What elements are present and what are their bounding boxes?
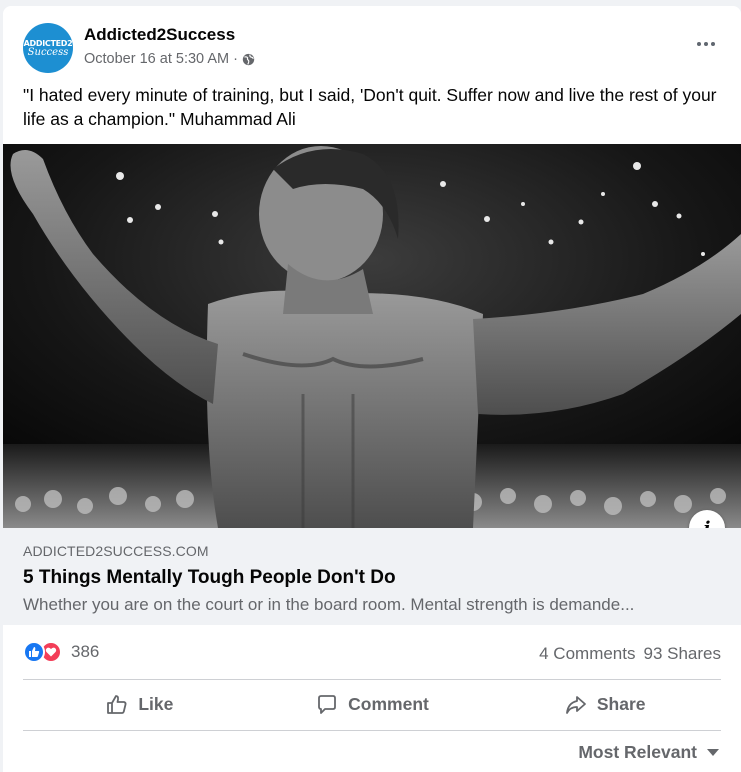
like-button[interactable]: Like	[23, 679, 256, 730]
link-description: Whether you are on the court or in the b…	[23, 595, 635, 614]
more-options-icon[interactable]	[693, 34, 719, 54]
share-label: Share	[596, 694, 646, 714]
link-domain: ADDICTED2SUCCESS.COM	[23, 543, 209, 559]
post-timestamp[interactable]: October 16 at 5:30 AM	[84, 51, 229, 67]
divider	[23, 730, 721, 731]
thumbs-up-icon	[107, 694, 127, 714]
like-reaction-icon	[23, 641, 45, 663]
post-header: ADDICTED2 Success Addicted2Success Octob…	[3, 6, 741, 78]
post-actions-bar: Like Comment Share	[23, 679, 721, 730]
globe-icon[interactable]	[242, 53, 255, 66]
shares-count-link[interactable]: 93 Shares	[644, 644, 722, 664]
comments-filter-dropdown[interactable]: Most Relevant	[578, 742, 719, 763]
like-label: Like	[138, 694, 174, 714]
post-stats: 386 4 Comments 93 Shares	[3, 625, 741, 679]
post-image[interactable]	[3, 144, 741, 528]
chevron-down-icon	[707, 749, 719, 756]
post-text: "I hated every minute of training, but I…	[23, 85, 717, 129]
page-avatar[interactable]: ADDICTED2 Success	[23, 23, 73, 73]
reactions-summary[interactable]: 386	[23, 641, 99, 663]
meta-separator: ·	[233, 51, 238, 67]
post-card: ADDICTED2 Success Addicted2Success Octob…	[3, 6, 741, 772]
bodybuilder-photo	[3, 144, 741, 528]
page-name-link[interactable]: Addicted2Success	[84, 25, 235, 45]
comment-button[interactable]: Comment	[256, 679, 489, 730]
engagement-counts: 4 Comments 93 Shares	[539, 644, 721, 664]
share-arrow-icon	[565, 695, 586, 714]
link-title[interactable]: 5 Things Mentally Tough People Don't Do	[23, 567, 396, 589]
reaction-count: 386	[71, 642, 100, 661]
comment-label: Comment	[348, 694, 429, 714]
comment-bubble-icon	[318, 694, 337, 714]
post-meta: October 16 at 5:30 AM ·	[84, 51, 255, 67]
comments-filter-label: Most Relevant	[578, 742, 697, 762]
link-preview[interactable]: ADDICTED2SUCCESS.COM 5 Things Mentally T…	[3, 528, 741, 625]
share-button[interactable]: Share	[488, 679, 721, 730]
comments-count-link[interactable]: 4 Comments	[539, 644, 635, 664]
avatar-text-bottom: Success	[27, 46, 69, 58]
